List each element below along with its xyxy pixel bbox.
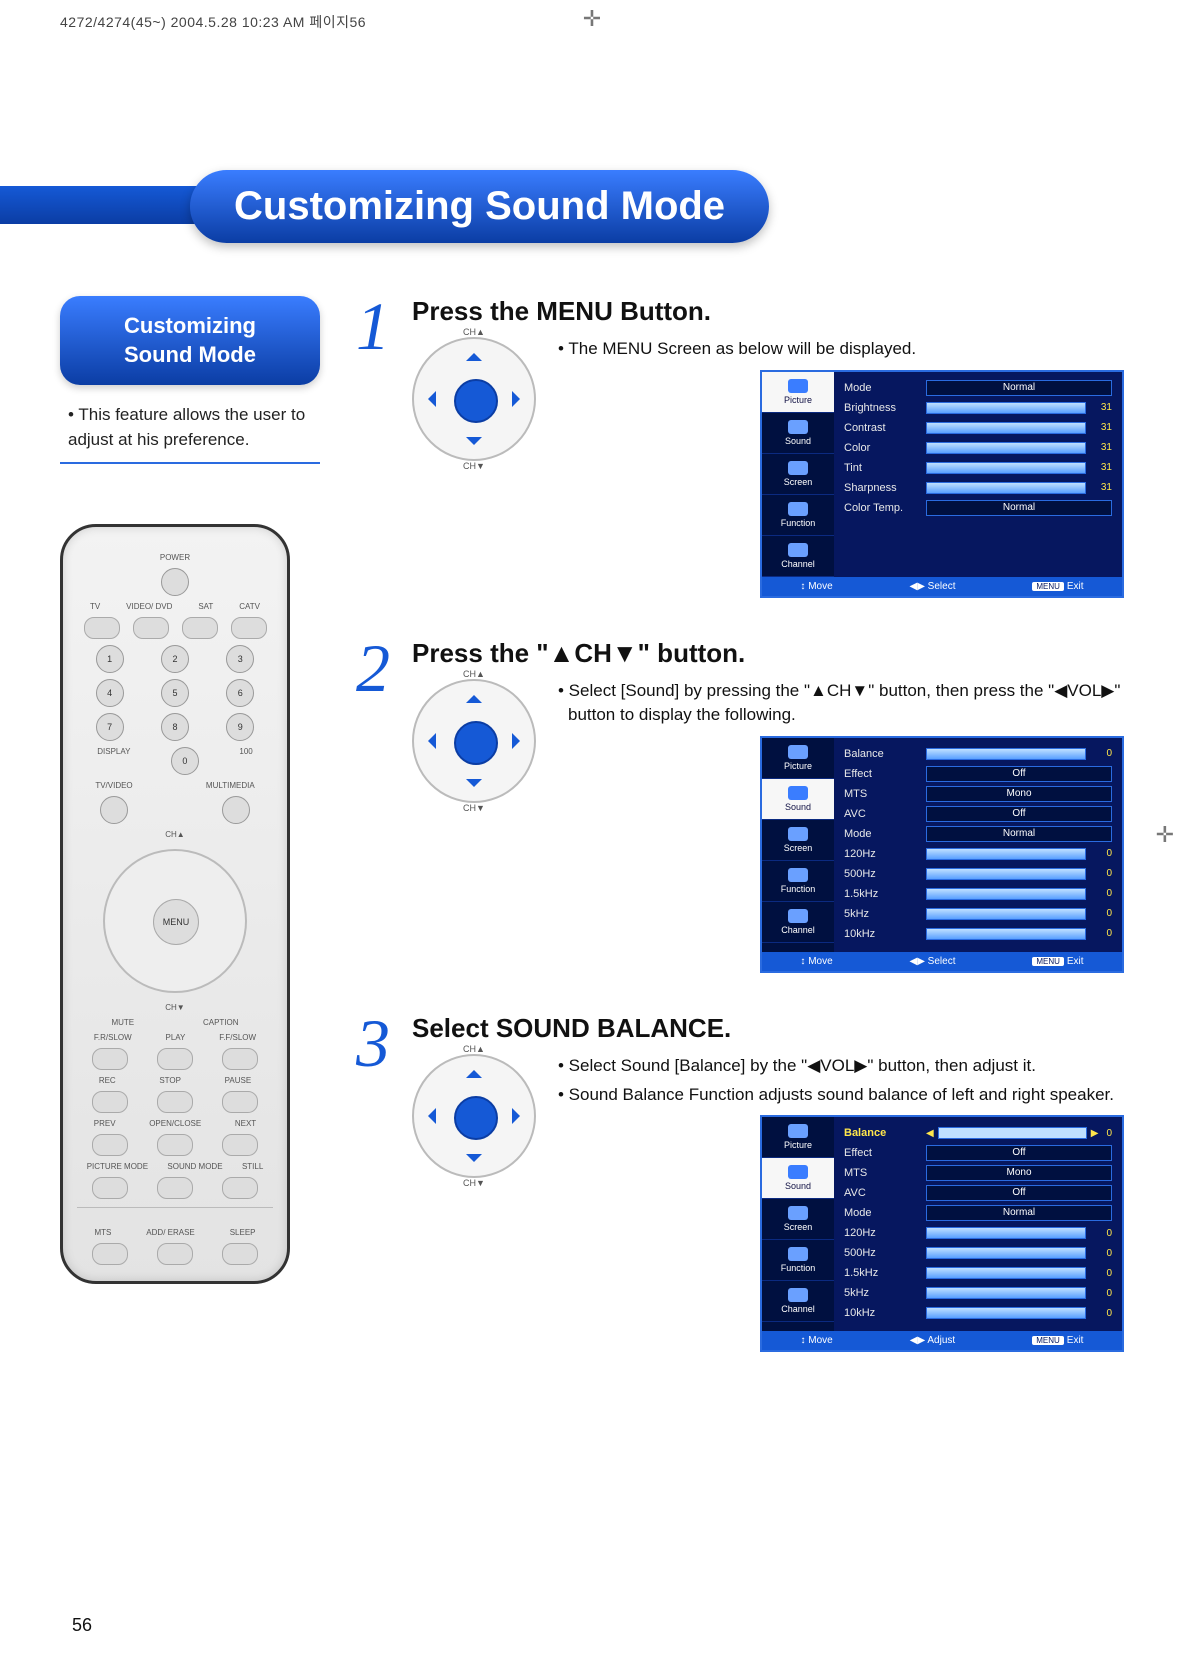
osd-row: 500Hz0	[844, 1243, 1112, 1263]
osd-tab: Screen	[762, 454, 834, 495]
page-number: 56	[72, 1615, 92, 1636]
osd-tab: Screen	[762, 1199, 834, 1240]
step-description: • Select [Sound] by pressing the "▲CH▼" …	[556, 679, 1124, 728]
step-title: Press the MENU Button.	[412, 296, 1124, 327]
remote-dpad: MENU	[103, 849, 247, 993]
dpad-icon: CH▲CH▼	[412, 337, 536, 461]
osd-row: 5kHz0	[844, 904, 1112, 924]
instruction-step: 1 Press the MENU Button. CH▲CH▼ • The MENU …	[350, 296, 1124, 598]
osd-tab: Channel	[762, 902, 834, 943]
osd-row: 120Hz0	[844, 844, 1112, 864]
osd-row: 1.5kHz0	[844, 884, 1112, 904]
osd-tab: Function	[762, 495, 834, 536]
title-banner: Customizing Sound Mode	[60, 156, 1124, 246]
osd-row: Color Temp.Normal	[844, 498, 1112, 518]
remote-illustration: POWER TV VIDEO/ DVD SAT CATV 123 456 789…	[60, 524, 290, 1284]
osd-row: 10kHz0	[844, 1303, 1112, 1323]
osd-tab: Sound	[762, 1158, 834, 1199]
step-description: • Select Sound [Balance] by the "◀VOL▶" …	[556, 1054, 1124, 1107]
sidebar-note: • This feature allows the user to adjust…	[60, 403, 320, 464]
osd-row: Balance0	[844, 744, 1112, 764]
osd-row: Tint31	[844, 458, 1112, 478]
osd-tab: Function	[762, 861, 834, 902]
step-number: 1	[350, 296, 396, 598]
osd-footer: ↕ Move◀▶ SelectMENUExit	[762, 577, 1122, 596]
osd-row: ModeNormal	[844, 824, 1112, 844]
osd-menu: PictureSoundScreenFunctionChannel ModeNor…	[760, 370, 1124, 598]
osd-menu: PictureSoundScreenFunctionChannel Balance…	[760, 736, 1124, 973]
power-button-icon	[161, 568, 189, 596]
osd-row: MTSMono	[844, 1163, 1112, 1183]
step-title: Select SOUND BALANCE.	[412, 1013, 1124, 1044]
osd-row: Balance◀▶0	[844, 1123, 1112, 1143]
step-description: • The MENU Screen as below will be displ…	[556, 337, 1124, 362]
sidebar-heading: Customizing Sound Mode	[60, 296, 320, 385]
osd-row: 500Hz0	[844, 864, 1112, 884]
osd-tab: Function	[762, 1240, 834, 1281]
osd-footer: ↕ Move◀▶ AdjustMENUExit	[762, 1331, 1122, 1350]
osd-row: EffectOff	[844, 1143, 1112, 1163]
osd-row: ModeNormal	[844, 378, 1112, 398]
osd-row: ModeNormal	[844, 1203, 1112, 1223]
osd-row: 10kHz0	[844, 924, 1112, 944]
osd-tab: Picture	[762, 1117, 834, 1158]
osd-row: AVCOff	[844, 804, 1112, 824]
osd-tab: Screen	[762, 820, 834, 861]
osd-tab: Sound	[762, 779, 834, 820]
osd-row: Color31	[844, 438, 1112, 458]
osd-menu: PictureSoundScreenFunctionChannel Balance…	[760, 1115, 1124, 1352]
osd-row: EffectOff	[844, 764, 1112, 784]
osd-row: Sharpness31	[844, 478, 1112, 498]
step-title: Press the "▲CH▼" button.	[412, 638, 1124, 669]
osd-row: 1.5kHz0	[844, 1263, 1112, 1283]
page-title: Customizing Sound Mode	[190, 170, 769, 243]
osd-row: MTSMono	[844, 784, 1112, 804]
instruction-step: 2 Press the "▲CH▼" button. CH▲CH▼ • Select …	[350, 638, 1124, 973]
osd-row: AVCOff	[844, 1183, 1112, 1203]
osd-row: 120Hz0	[844, 1223, 1112, 1243]
osd-tab: Picture	[762, 372, 834, 413]
osd-row: 5kHz0	[844, 1283, 1112, 1303]
manual-page: 4272/4274(45~) 2004.5.28 10:23 AM 페이지56 …	[0, 0, 1184, 1670]
osd-tab: Picture	[762, 738, 834, 779]
dpad-icon: CH▲CH▼	[412, 679, 536, 803]
dpad-icon: CH▲CH▼	[412, 1054, 536, 1178]
osd-tab: Channel	[762, 536, 834, 577]
step-number: 2	[350, 638, 396, 973]
instruction-step: 3 Select SOUND BALANCE. CH▲CH▼ • Select Sou…	[350, 1013, 1124, 1352]
osd-row: Brightness31	[844, 398, 1112, 418]
menu-button-icon: MENU	[153, 899, 199, 945]
osd-row: Contrast31	[844, 418, 1112, 438]
osd-tab: Sound	[762, 413, 834, 454]
osd-tab: Channel	[762, 1281, 834, 1322]
osd-footer: ↕ Move◀▶ SelectMENUExit	[762, 952, 1122, 971]
crop-mark-right: ✛	[1156, 822, 1174, 848]
crop-mark-top: ✛	[583, 6, 601, 32]
step-number: 3	[350, 1013, 396, 1352]
